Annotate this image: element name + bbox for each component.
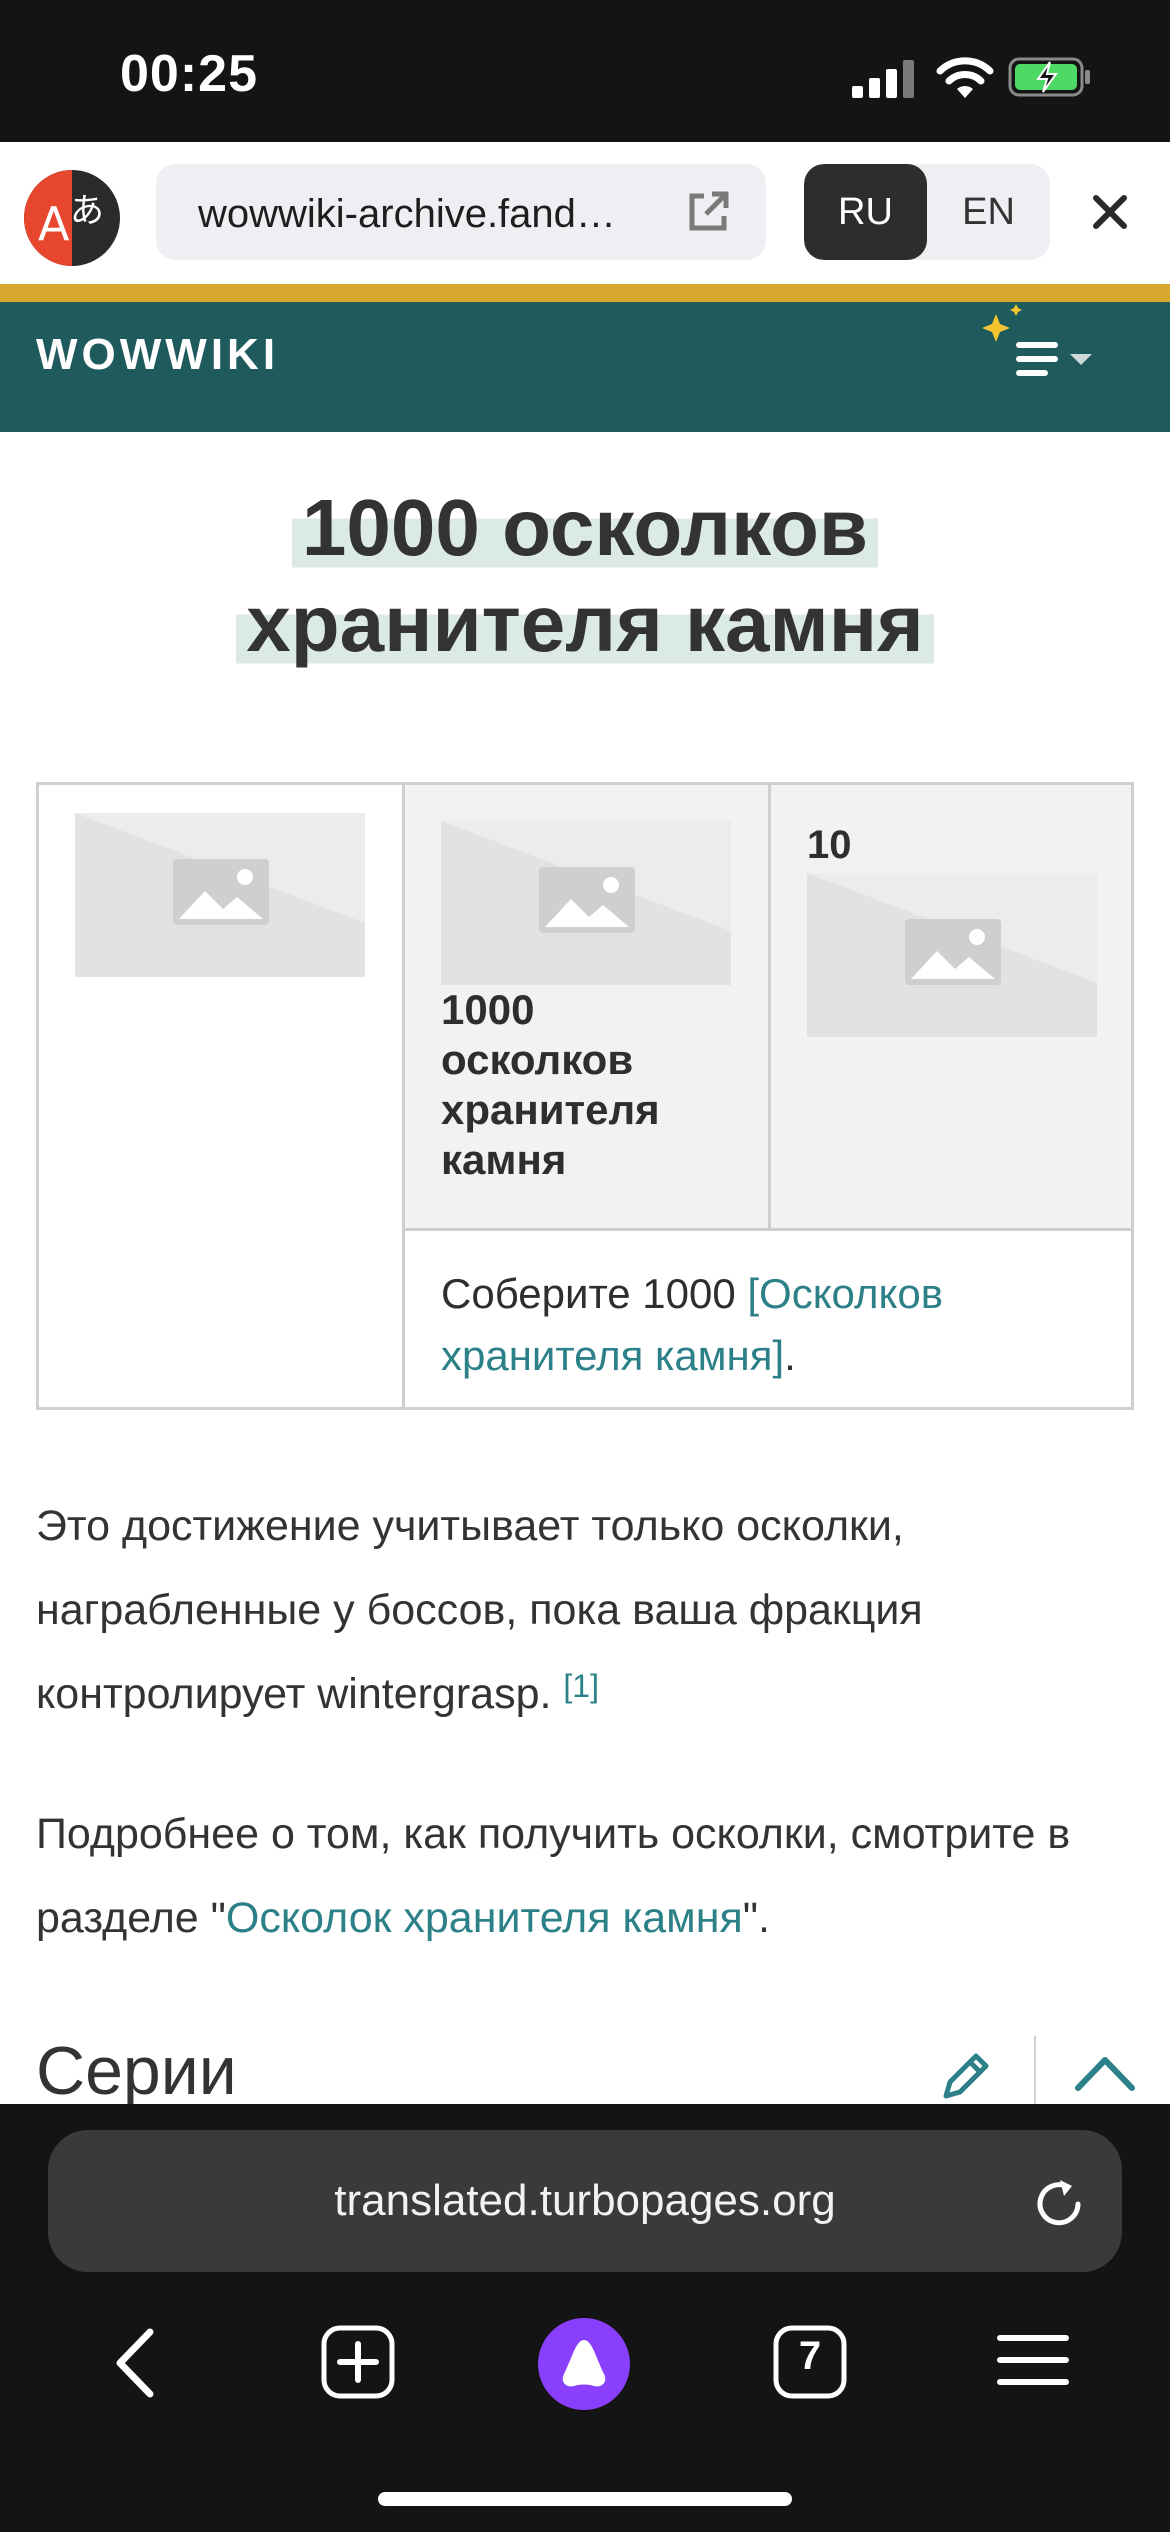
svg-text:A: A: [38, 197, 70, 251]
wiki-brand[interactable]: WOWWIKI: [36, 330, 279, 380]
battery-charging-icon: [1008, 57, 1090, 97]
page-title-line1: 1000 осколков: [291, 483, 879, 572]
translation-bar: A あ wowwiki-archive.fand… RU EN: [0, 142, 1170, 284]
description-prefix: Соберите 1000: [441, 1270, 748, 1317]
back-arrow-icon[interactable]: [104, 2326, 168, 2400]
page-title-line2: хранителя камня: [236, 579, 934, 668]
image-placeholder-icon: [441, 821, 731, 985]
wiki-menu-icon[interactable]: [980, 302, 1120, 392]
address-bar[interactable]: translated.turbopages.org: [48, 2130, 1122, 2272]
browser-bottom-bar: translated.turbopages.org 7: [0, 2104, 1170, 2532]
language-switch: RU EN: [804, 164, 1050, 260]
achievement-description: Соберите 1000 [Осколков хранителя камня]…: [441, 1263, 1081, 1387]
section-heading: Серии: [36, 2033, 237, 2109]
image-placeholder-icon: [807, 873, 1097, 1037]
infobox-description-cell: Соберите 1000 [Осколков хранителя камня]…: [405, 1231, 1131, 1407]
achievement-points: 10: [807, 823, 852, 867]
menu-icon[interactable]: [996, 2332, 1070, 2388]
svg-text:あ: あ: [70, 191, 104, 231]
close-icon[interactable]: [1086, 188, 1134, 236]
achievement-infobox: 1000 осколков хранителя камня 10 Соберит…: [36, 782, 1134, 1410]
alice-assistant-icon[interactable]: [538, 2318, 630, 2410]
achievement-name-line4: камня: [441, 1136, 567, 1183]
address-text: translated.turbopages.org: [334, 2176, 836, 2225]
translate-logo-icon[interactable]: A あ: [24, 170, 120, 266]
infobox-name-cell: 1000 осколков хранителя камня: [405, 785, 771, 1231]
achievement-name-line2: осколков: [441, 1036, 634, 1083]
paragraph-2: Подробнее о том, как получить осколки, с…: [36, 1792, 1136, 1960]
achievement-name: 1000 осколков хранителя камня: [441, 985, 721, 1185]
open-external-icon[interactable]: [684, 188, 732, 236]
image-placeholder-icon: [75, 813, 365, 977]
reload-icon[interactable]: [1030, 2174, 1088, 2232]
stone-keeper-shard-link[interactable]: Осколок хранителя камня: [226, 1894, 743, 1942]
achievement-name-line1: 1000: [441, 986, 535, 1033]
description-suffix: .: [784, 1332, 796, 1379]
home-indicator[interactable]: [378, 2492, 792, 2506]
chevron-up-icon[interactable]: [1072, 2050, 1138, 2094]
section-divider: [1034, 2036, 1036, 2110]
page-title: 1000 осколков хранителя камня: [40, 480, 1130, 672]
cellular-signal-icon: [852, 60, 914, 98]
wiki-header: WOWWIKI: [0, 302, 1170, 432]
translated-url-text: wowwiki-archive.fand…: [198, 192, 616, 236]
paragraph-2-suffix: ".: [742, 1894, 770, 1942]
paragraph-1-text: Это достижение учитывает только осколки,…: [36, 1502, 923, 1718]
infobox-points-cell: 10: [771, 785, 1131, 1231]
status-bar: 00:25: [0, 0, 1170, 142]
reference-link[interactable]: [1]: [563, 1668, 599, 1704]
tabs-count: 7: [798, 2334, 822, 2378]
wifi-icon: [936, 57, 994, 98]
header-accent-line: [0, 284, 1170, 302]
lang-en-button[interactable]: EN: [927, 164, 1050, 260]
achievement-name-line3: хранителя: [441, 1086, 660, 1133]
status-time: 00:25: [120, 45, 258, 103]
translated-url-field[interactable]: wowwiki-archive.fand…: [156, 164, 766, 260]
tabs-button[interactable]: 7: [772, 2324, 848, 2400]
edit-pencil-icon[interactable]: [936, 2046, 996, 2106]
new-tab-icon[interactable]: [320, 2324, 396, 2400]
lang-ru-button[interactable]: RU: [804, 164, 927, 260]
infobox-icon-cell: [39, 785, 405, 1407]
paragraph-1: Это достижение учитывает только осколки,…: [36, 1484, 1136, 1736]
